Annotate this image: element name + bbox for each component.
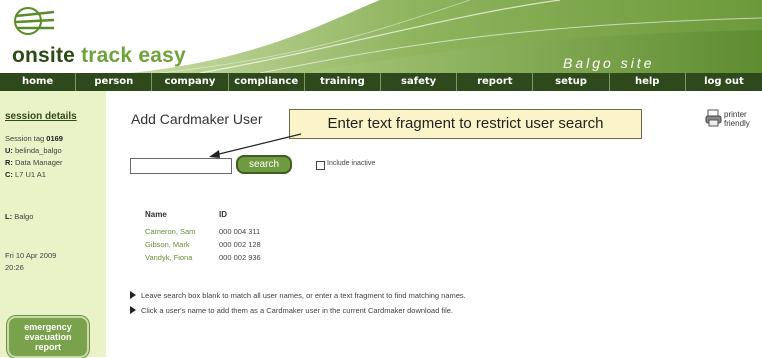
logo-text: onsite track easy xyxy=(12,44,186,67)
nav-training[interactable]: training xyxy=(303,73,380,91)
user-id: 000 004 311 xyxy=(219,227,261,236)
session-date: Fri 10 Apr 2009 xyxy=(5,251,57,260)
session-time: 20:26 xyxy=(5,263,24,272)
page-title: Add Cardmaker User xyxy=(131,111,263,127)
emergency-evacuation-report-button[interactable]: emergency evacuation report xyxy=(7,316,89,358)
site-name: Balgo site xyxy=(563,55,655,71)
bullet-arrow-icon xyxy=(130,291,136,299)
user-link-gibson[interactable]: Gibson, Mark xyxy=(145,240,190,249)
include-inactive-checkbox[interactable] xyxy=(316,161,325,170)
nav-log-out[interactable]: log out xyxy=(684,73,762,91)
session-location: L: Balgo xyxy=(5,212,34,221)
session-role: R: Data Manager xyxy=(5,158,63,167)
header: onsite track easy Balgo site xyxy=(0,0,762,73)
nav-company[interactable]: company xyxy=(151,73,227,91)
user-link-vandyk[interactable]: Vandyk, Fiona xyxy=(145,253,192,262)
session-class: C: L7 U1 A1 xyxy=(5,170,46,179)
printer-icon xyxy=(705,109,722,127)
nav-report[interactable]: report xyxy=(456,73,532,91)
tooltip-callout: Enter text fragment to restrict user sea… xyxy=(289,109,642,139)
session-user: U: belinda_balgo xyxy=(5,146,62,155)
nav-help[interactable]: help xyxy=(608,73,685,91)
user-id: 000 002 128 xyxy=(219,240,261,249)
info-line: Leave search box blank to match all user… xyxy=(130,291,466,300)
search-input[interactable] xyxy=(130,158,232,174)
logo-icon xyxy=(14,7,55,35)
nav-compliance[interactable]: compliance xyxy=(227,73,304,91)
user-id: 000 002 936 xyxy=(219,253,261,262)
user-link-cameron[interactable]: Cameron, Sam xyxy=(145,227,195,236)
session-details-title: session details xyxy=(5,111,77,122)
session-tag: Session tag 0169 xyxy=(5,134,63,143)
nav-person[interactable]: person xyxy=(75,73,151,91)
printer-friendly-label: printer friendly xyxy=(724,110,750,128)
column-header-id: ID xyxy=(219,210,227,219)
info-line: Click a user's name to add them as a Car… xyxy=(130,306,453,315)
search-button[interactable]: search xyxy=(236,155,292,174)
bullet-arrow-icon xyxy=(130,306,136,314)
nav-safety[interactable]: safety xyxy=(380,73,456,91)
session-sidebar: session details Session tag 0169 U: beli… xyxy=(0,91,106,358)
nav-home[interactable]: home xyxy=(0,73,75,91)
include-inactive-label: Include inactive xyxy=(327,160,376,167)
column-header-name: Name xyxy=(145,210,167,219)
nav-setup[interactable]: setup xyxy=(532,73,608,91)
main-nav: home person company compliance training … xyxy=(0,73,762,91)
